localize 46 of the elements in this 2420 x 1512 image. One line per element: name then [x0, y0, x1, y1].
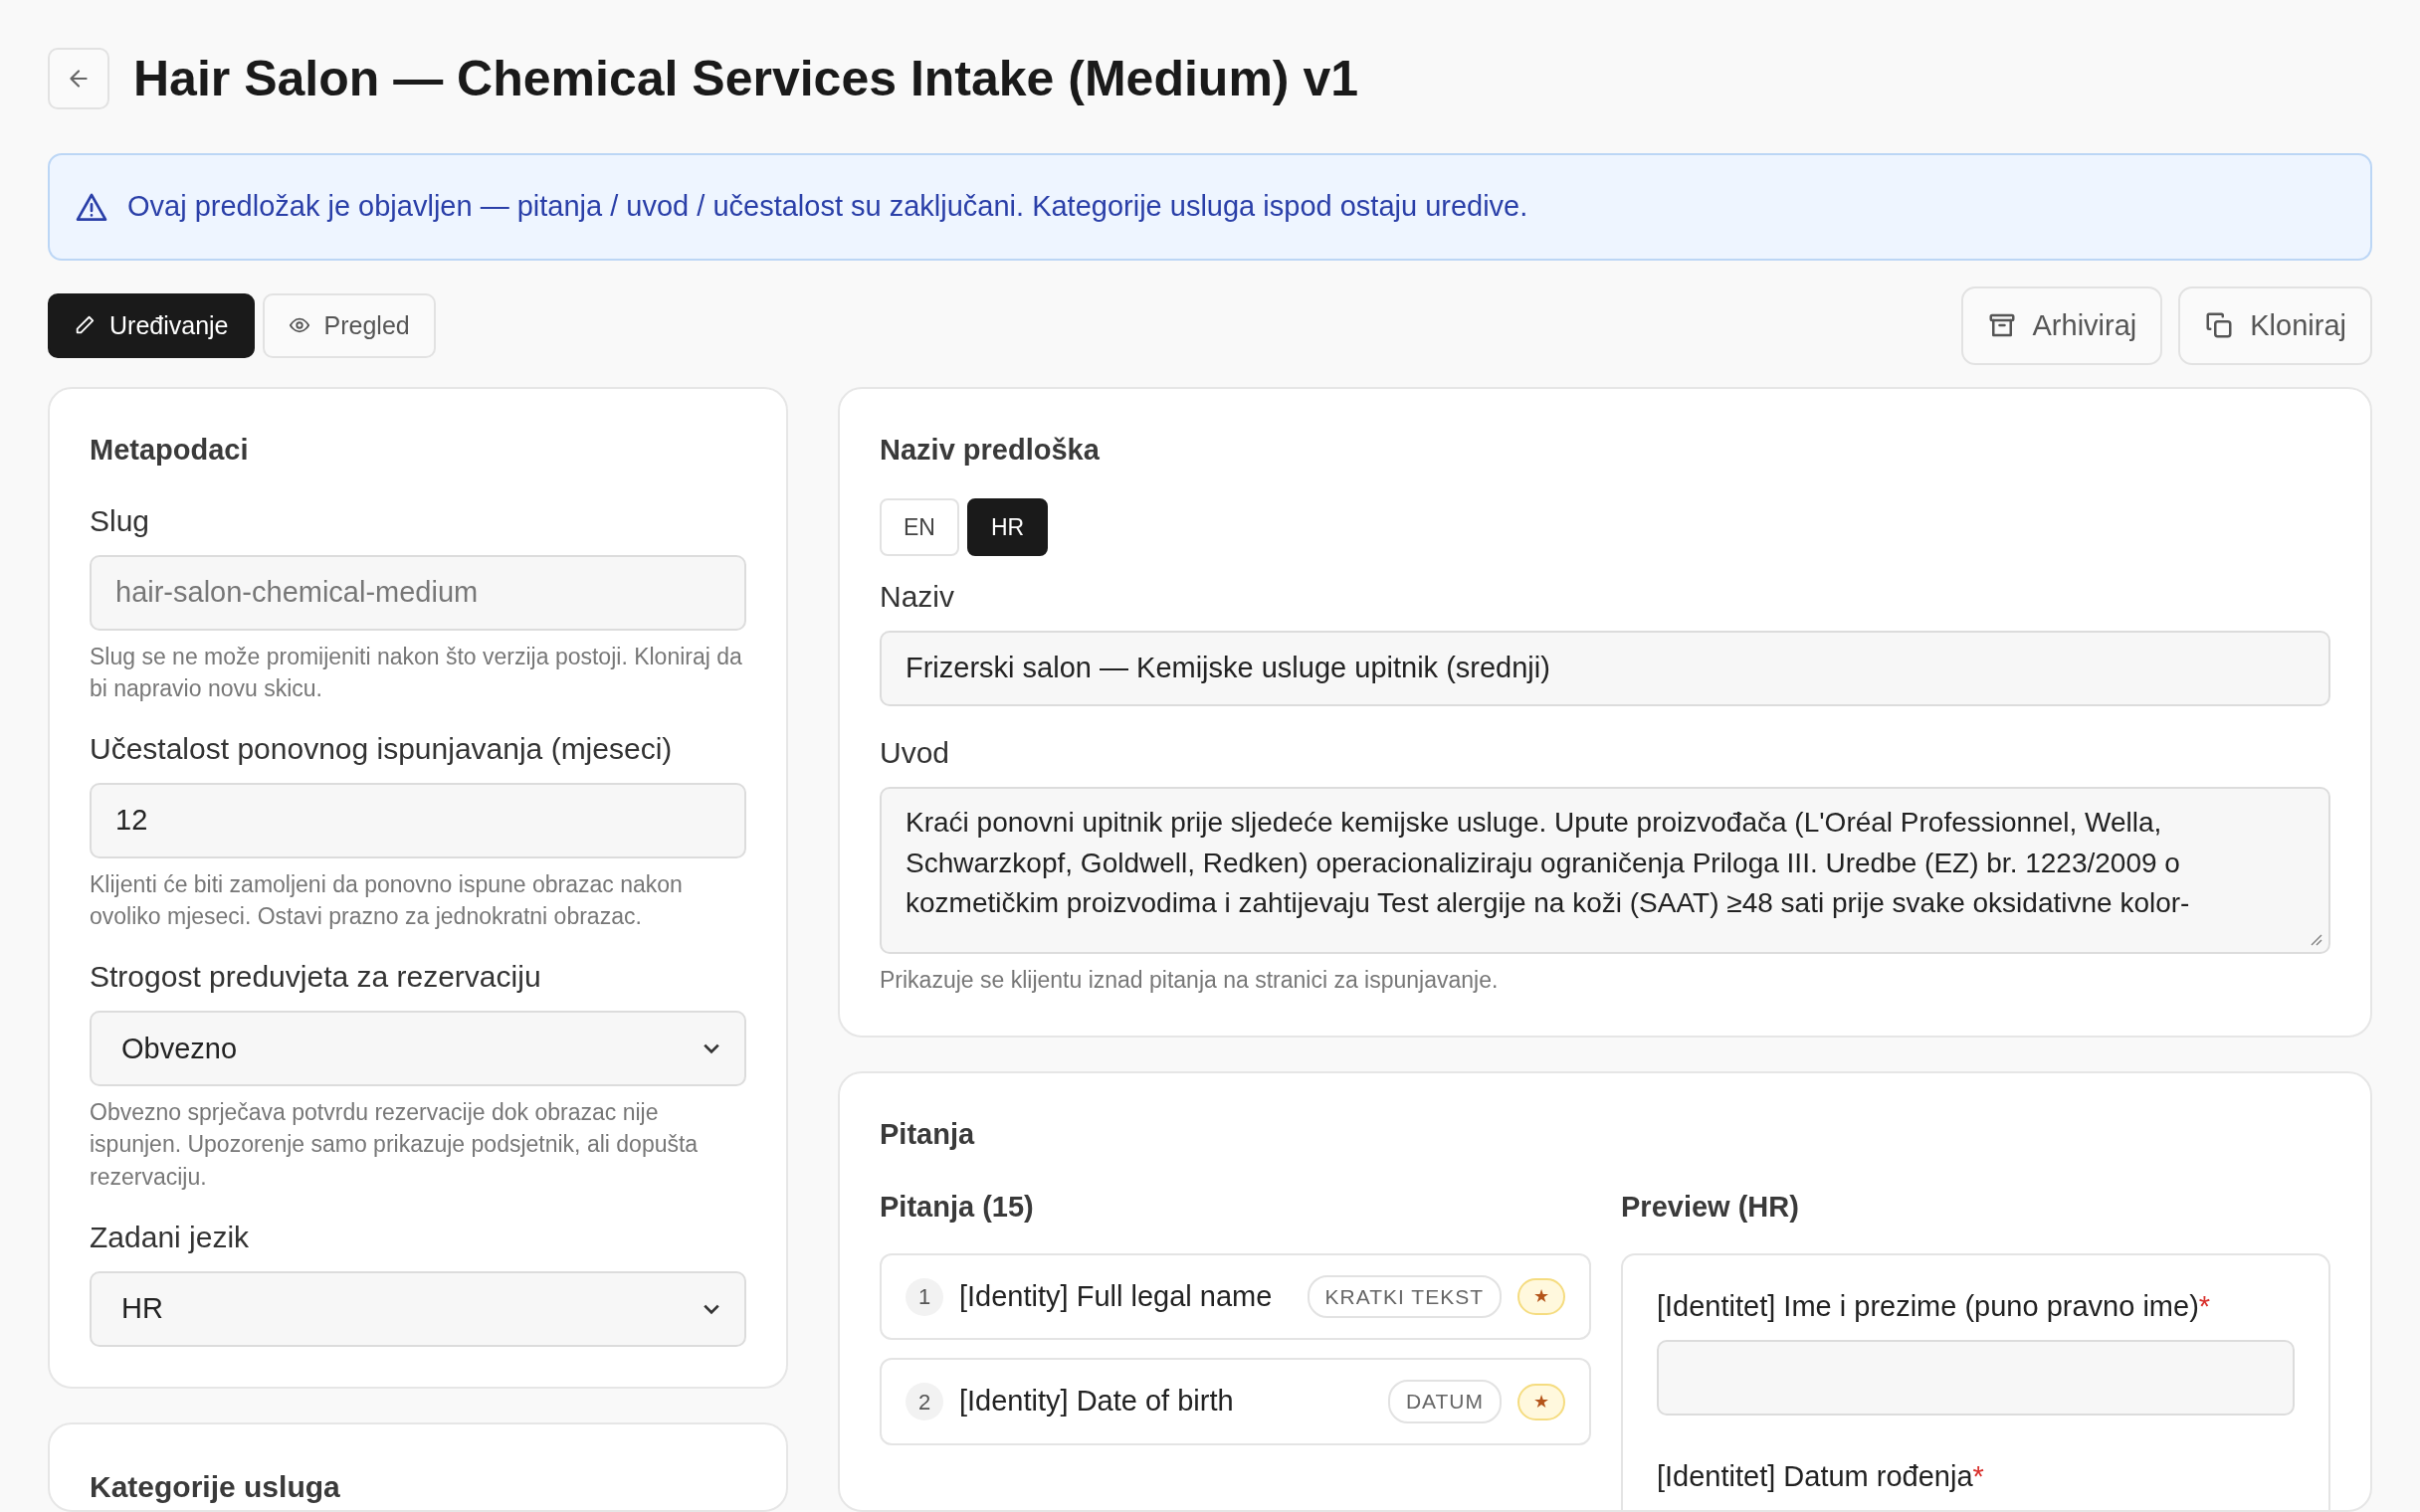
action-button[interactable]: Arhiviraj — [1960, 285, 2163, 365]
help-text: Slug se ne može promijeniti nakon što verzija postoji. Kloniraj da bi napravio novu skicu. — [90, 642, 743, 703]
select-field[interactable]: HR — [90, 1270, 746, 1347]
action-button[interactable]: Kloniraj — [2178, 285, 2372, 365]
required-star-tag: ★ — [1517, 1383, 1565, 1420]
resize-handle-icon[interactable] — [2309, 931, 2322, 946]
field-label: Zadani jezik — [90, 1219, 251, 1255]
field-label: Slug — [90, 502, 151, 539]
question-title: [Identity] Full legal name — [959, 1278, 1274, 1314]
field-label: Naziv — [880, 579, 955, 615]
input-field[interactable]: 12 — [90, 782, 746, 858]
question-number: 2 — [906, 1383, 943, 1421]
question-card[interactable]: 2 [Identity] Date of birth DATUM ★ — [880, 1358, 1591, 1445]
required-star-tag: ★ — [1517, 1278, 1565, 1316]
preview-field-label: [Identitet] Datum rođenja* — [1657, 1459, 1985, 1495]
help-text: Klijenti će biti zamoljeni da ponovno ispune obrazac nakon ovoliko mjeseci. Ostavi prazno za jednokratni obrazac. — [90, 869, 684, 932]
field-label: Učestalost ponovnog ispunjavanja (mjeseci) — [90, 730, 674, 767]
page-title: Hair Salon — Chemical Services Intake (Medium) v1 — [133, 50, 1358, 108]
section-title: Naziv predloška — [880, 433, 1101, 468]
name-input[interactable]: Frizerski salon — Kemijske usluge upitnik (srednji) — [880, 631, 2330, 706]
help-text: Obvezno sprječava potvrdu rezervacije dok obrazac nije ispunjen. Upozorenje samo prikazuje podsjetnik, ali dopušta rezervaciju. — [90, 1098, 700, 1192]
section-title: Pitanja — [880, 1116, 976, 1152]
mode-tab[interactable]: Pregled — [262, 292, 436, 358]
alert-text: Ovaj predložak je objavljen — pitanja / uvod / učestalost su zaključani. Kategorije usluga ispod ostaju uredive. — [127, 189, 1528, 224]
section-title: Kategorije usluga — [90, 1468, 341, 1505]
help-text: Prikazuje se klijentu iznad pitanja na stranici za ispunjavanje. — [880, 965, 1500, 995]
question-type-tag: KRATKI TEKST — [1307, 1274, 1502, 1319]
preview-input-field[interactable] — [1657, 1340, 2295, 1417]
select-field[interactable]: Obvezno — [90, 1011, 746, 1087]
question-card[interactable]: 1 [Identity] Full legal name KRATKI TEKST ★ — [880, 1252, 1591, 1341]
preview-field-label: [Identitet] Ime i prezime (puno pravno ime)* — [1657, 1288, 2212, 1324]
field-label: Strogost preduvjeta za rezervaciju — [90, 959, 542, 996]
preview-title: Preview (HR) — [1621, 1190, 1800, 1226]
list-title: Pitanja (15) — [880, 1190, 1035, 1226]
warning-icon — [76, 191, 107, 222]
language-tab[interactable]: HR — [966, 497, 1049, 556]
intro-textarea[interactable]: Kraći ponovni upitnik prije sljedeće kemijske usluge. Upute proizvođača (L'Oréal Professionnel, Wella, Schwarzkopf, Goldwell, Redken) operacionaliziraju ograničenja Priloga III. Uredbe (EZ) br. 1223/2009 o kozmetičkim proizvodima i zahtijevaju Test alergije na koži (SAAT) ≥48 sati prije svake oksidativne kolor- — [880, 787, 2330, 954]
question-number: 1 — [906, 1277, 943, 1316]
mode-tab[interactable]: Uređivanje — [48, 292, 255, 358]
language-tab[interactable]: EN — [880, 497, 959, 556]
copy-icon — [2204, 310, 2235, 341]
back-button[interactable] — [48, 48, 109, 109]
section-title: Metapodaci — [90, 433, 250, 468]
field-label: Uvod — [880, 735, 951, 771]
question-title: [Identity] Date of birth — [959, 1384, 1235, 1419]
question-type-tag: DATUM — [1387, 1380, 1502, 1423]
